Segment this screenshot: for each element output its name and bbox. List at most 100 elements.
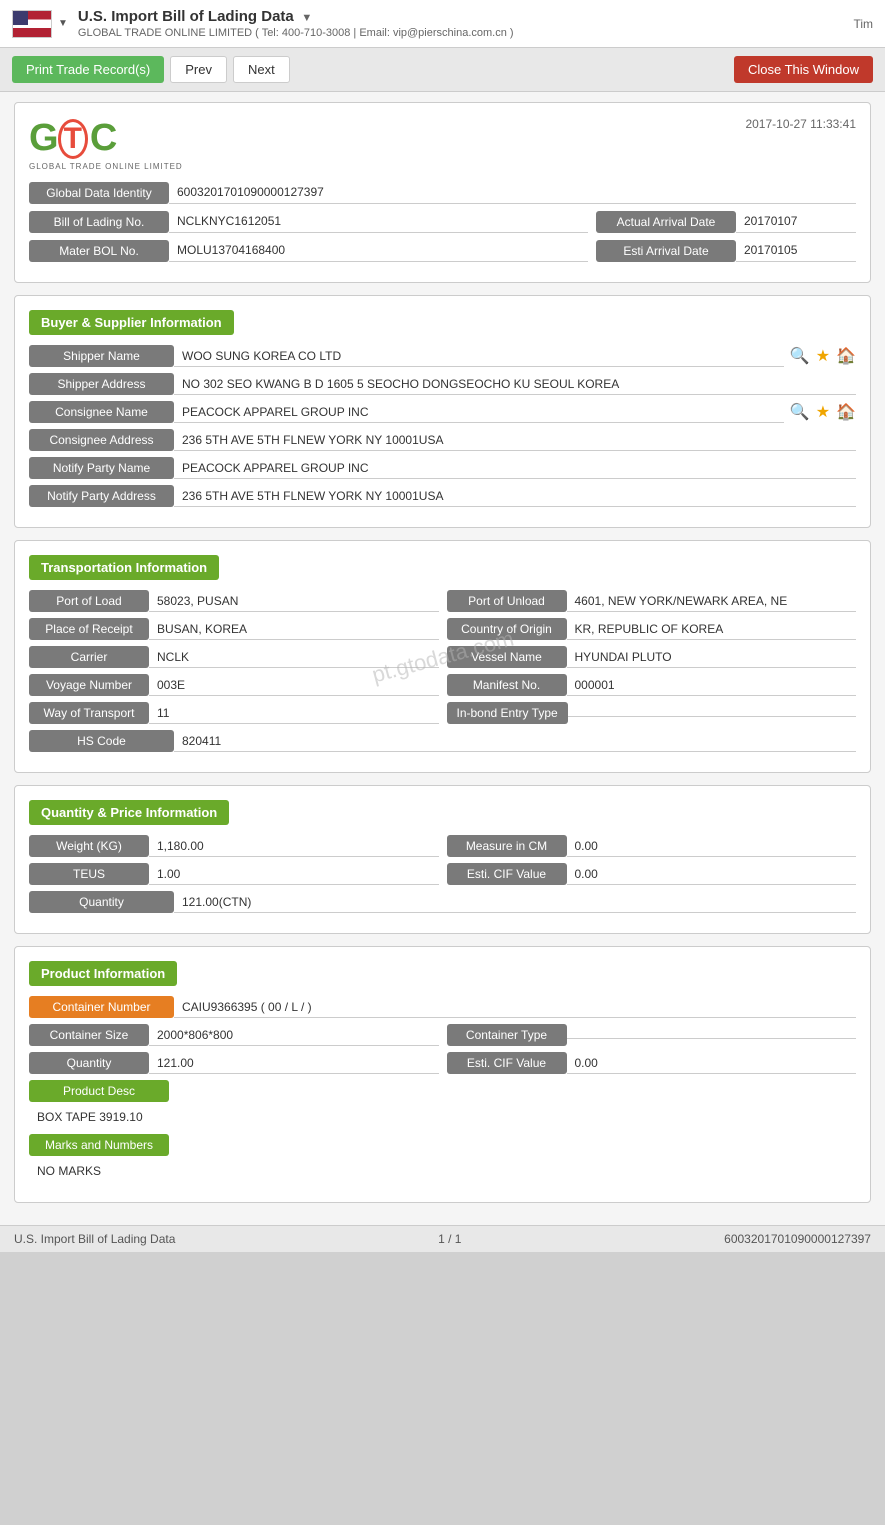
container-type-label: Container Type (447, 1024, 567, 1046)
product-esti-cif-col: Esti. CIF Value 0.00 (447, 1052, 857, 1074)
logo-box: G T C GLOBAL TRADE ONLINE LIMITED (29, 117, 183, 171)
way-of-transport-label: Way of Transport (29, 702, 149, 724)
esti-arrival-label: Esti Arrival Date (596, 240, 736, 262)
product-desc-row: Product Desc BOX TAPE 3919.10 (29, 1080, 856, 1128)
product-esti-cif-label: Esti. CIF Value (447, 1052, 567, 1074)
esti-cif-value: 0.00 (567, 864, 857, 885)
country-of-origin-value: KR, REPUBLIC OF KOREA (567, 619, 857, 640)
consignee-address-value: 236 5TH AVE 5TH FLNEW YORK NY 10001USA (174, 430, 856, 451)
logo-t: T (58, 119, 88, 159)
consignee-name-value: PEACOCK APPAREL GROUP INC (174, 402, 784, 423)
port-of-load-col: Port of Load 58023, PUSAN (29, 590, 439, 612)
notify-party-name-value: PEACOCK APPAREL GROUP INC (174, 458, 856, 479)
place-of-receipt-label: Place of Receipt (29, 618, 149, 640)
consignee-search-icon[interactable]: 🔍 (790, 402, 810, 422)
weight-measure-row: Weight (KG) 1,180.00 Measure in CM 0.00 (29, 835, 856, 857)
marks-numbers-row: Marks and Numbers NO MARKS (29, 1134, 856, 1182)
port-of-unload-label: Port of Unload (447, 590, 567, 612)
esti-cif-label: Esti. CIF Value (447, 863, 567, 885)
transportation-card: Transportation Information pt.gtodata.co… (14, 540, 871, 773)
carrier-label: Carrier (29, 646, 149, 668)
container-size-col: Container Size 2000*806*800 (29, 1024, 439, 1046)
print-button[interactable]: Print Trade Record(s) (12, 56, 164, 83)
logo-c: C (90, 117, 115, 160)
main-content: G T C GLOBAL TRADE ONLINE LIMITED 2017-1… (0, 92, 885, 1225)
header-time: Tim (853, 17, 873, 31)
buyer-supplier-header: Buyer & Supplier Information (29, 310, 234, 335)
inbond-entry-label: In-bond Entry Type (447, 702, 568, 724)
toolbar: Print Trade Record(s) Prev Next Close Th… (0, 48, 885, 92)
carrier-col: Carrier NCLK (29, 646, 439, 668)
title-dropdown-arrow[interactable]: ▼ (301, 12, 312, 24)
way-of-transport-value: 11 (149, 703, 439, 724)
master-bol-row: Mater BOL No. MOLU13704168400 Esti Arriv… (29, 239, 856, 262)
shipper-star-icon[interactable]: ★ (816, 346, 830, 366)
container-size-type-row: Container Size 2000*806*800 Container Ty… (29, 1024, 856, 1046)
product-desc-label: Product Desc (29, 1080, 169, 1102)
voyage-number-label: Voyage Number (29, 674, 149, 696)
shipper-name-label: Shipper Name (29, 345, 174, 367)
notify-party-name-row: Notify Party Name PEACOCK APPAREL GROUP … (29, 457, 856, 479)
product-card: Product Information Container Number CAI… (14, 946, 871, 1203)
weight-label: Weight (KG) (29, 835, 149, 857)
product-quantity-cif-row: Quantity 121.00 Esti. CIF Value 0.00 (29, 1052, 856, 1074)
container-size-value: 2000*806*800 (149, 1025, 439, 1046)
bol-row: Bill of Lading No. NCLKNYC1612051 Actual… (29, 210, 856, 233)
quantity-row: Quantity 121.00(CTN) (29, 891, 856, 913)
vessel-name-label: Vessel Name (447, 646, 567, 668)
shipper-address-row: Shipper Address NO 302 SEO KWANG B D 160… (29, 373, 856, 395)
prev-button[interactable]: Prev (170, 56, 227, 83)
bill-of-lading-label: Bill of Lading No. (29, 211, 169, 233)
actual-arrival-value: 20170107 (736, 210, 856, 233)
app-title: U.S. Import Bill of Lading Data (78, 8, 294, 25)
container-number-row: Container Number CAIU9366395 ( 00 / L / … (29, 996, 856, 1018)
port-of-load-label: Port of Load (29, 590, 149, 612)
country-of-origin-label: Country of Origin (447, 618, 567, 640)
way-of-transport-col: Way of Transport 11 (29, 702, 439, 724)
global-data-identity-row: Global Data Identity 6003201701090000127… (29, 181, 856, 204)
quantity-label: Quantity (29, 891, 174, 913)
shipper-address-label: Shipper Address (29, 373, 174, 395)
product-quantity-label: Quantity (29, 1052, 149, 1074)
consignee-home-icon[interactable]: 🏠 (836, 402, 856, 422)
weight-value: 1,180.00 (149, 836, 439, 857)
teus-col: TEUS 1.00 (29, 863, 439, 885)
shipper-search-icon[interactable]: 🔍 (790, 346, 810, 366)
flag-dropdown-arrow[interactable]: ▼ (58, 18, 68, 29)
next-button[interactable]: Next (233, 56, 290, 83)
footer-center: 1 / 1 (438, 1232, 461, 1246)
hs-code-label: HS Code (29, 730, 174, 752)
marks-numbers-value: NO MARKS (29, 1160, 856, 1182)
consignee-address-row: Consignee Address 236 5TH AVE 5TH FLNEW … (29, 429, 856, 451)
logo-company: GLOBAL TRADE ONLINE LIMITED (29, 162, 183, 171)
actual-arrival-label: Actual Arrival Date (596, 211, 736, 233)
logo-g: G (29, 117, 56, 160)
logo-row: G T C GLOBAL TRADE ONLINE LIMITED 2017-1… (29, 117, 856, 171)
container-type-col: Container Type (447, 1024, 857, 1046)
identity-card: G T C GLOBAL TRADE ONLINE LIMITED 2017-1… (14, 102, 871, 283)
close-window-button[interactable]: Close This Window (734, 56, 873, 83)
bill-of-lading-value: NCLKNYC1612051 (169, 210, 588, 233)
logo-graphic: G T C (29, 117, 115, 160)
logo-date: 2017-10-27 11:33:41 (745, 117, 856, 131)
inbond-entry-value (568, 710, 856, 717)
footer: U.S. Import Bill of Lading Data 1 / 1 60… (0, 1225, 885, 1252)
port-of-load-value: 58023, PUSAN (149, 591, 439, 612)
teus-value: 1.00 (149, 864, 439, 885)
transportation-header: Transportation Information (29, 555, 219, 580)
receipt-origin-row: Place of Receipt BUSAN, KOREA Country of… (29, 618, 856, 640)
vessel-name-value: HYUNDAI PLUTO (567, 647, 857, 668)
global-data-identity-value: 6003201701090000127397 (169, 181, 856, 204)
consignee-name-label: Consignee Name (29, 401, 174, 423)
marks-numbers-label: Marks and Numbers (29, 1134, 169, 1156)
esti-cif-col: Esti. CIF Value 0.00 (447, 863, 857, 885)
app-header: ▼ U.S. Import Bill of Lading Data ▼ GLOB… (0, 0, 885, 48)
inbond-entry-col: In-bond Entry Type (447, 702, 857, 724)
consignee-star-icon[interactable]: ★ (816, 402, 830, 422)
notify-party-address-row: Notify Party Address 236 5TH AVE 5TH FLN… (29, 485, 856, 507)
voyage-number-col: Voyage Number 003E (29, 674, 439, 696)
teus-label: TEUS (29, 863, 149, 885)
container-size-label: Container Size (29, 1024, 149, 1046)
shipper-home-icon[interactable]: 🏠 (836, 346, 856, 366)
container-number-label: Container Number (29, 996, 174, 1018)
